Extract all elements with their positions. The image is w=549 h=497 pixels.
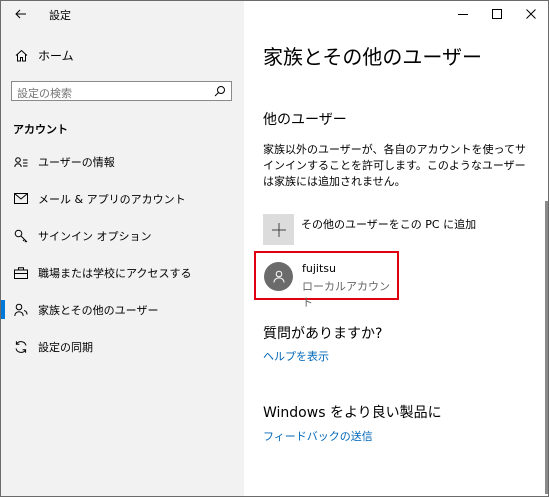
user-avatar-icon	[273, 270, 284, 283]
window-controls	[446, 1, 548, 27]
sidebar-nav: ユーザーの情報 メール & アプリのアカウント サインイン オプション 職場また…	[1, 143, 244, 365]
mail-icon	[12, 190, 29, 207]
sidebar-item-label: メール & アプリのアカウント	[38, 192, 186, 206]
search-input[interactable]	[17, 85, 207, 102]
scrolled-link-remnant	[263, 67, 363, 75]
maximize-icon	[492, 9, 502, 19]
key-icon	[12, 227, 29, 244]
other-users-heading: 他のユーザー	[263, 112, 347, 128]
minimize-icon	[458, 14, 468, 15]
feedback-link[interactable]: フィードバックの送信	[263, 428, 373, 444]
sidebar-item-family-users[interactable]: 家族とその他のユーザー	[1, 291, 244, 328]
sidebar-item-label: 設定の同期	[38, 340, 93, 354]
user-name: fujitsu	[302, 262, 336, 275]
sidebar: 設定 ホーム アカウント ユーザーの情報 メール & アプリのアカウント	[1, 1, 244, 496]
avatar	[264, 262, 293, 291]
search-icon[interactable]	[214, 85, 226, 97]
back-arrow-icon	[15, 9, 26, 19]
close-icon	[526, 9, 536, 19]
close-button[interactable]	[514, 1, 548, 27]
settings-window: 設定 ホーム アカウント ユーザーの情報 メール & アプリのアカウント	[0, 0, 549, 497]
home-link[interactable]: ホーム	[15, 45, 74, 65]
user-info-icon	[12, 153, 29, 170]
scrollbar[interactable]	[545, 201, 548, 494]
sidebar-item-sign-in-options[interactable]: サインイン オプション	[1, 217, 244, 254]
sidebar-item-user-info[interactable]: ユーザーの情報	[1, 143, 244, 180]
sidebar-item-work-school[interactable]: 職場または学校にアクセスする	[1, 254, 244, 291]
sidebar-item-label: サインイン オプション	[38, 229, 152, 243]
content-pane: 家族とその他のユーザー 他のユーザー 家族以外のユーザーが、各自のアカウントを使…	[244, 1, 548, 496]
sidebar-item-label: 職場または学校にアクセスする	[38, 266, 192, 280]
question-heading: 質問がありますか?	[263, 326, 383, 342]
back-button[interactable]	[1, 1, 41, 27]
home-label: ホーム	[38, 48, 74, 63]
user-account-tile[interactable]: fujitsu ローカルアカウント	[254, 251, 399, 309]
sidebar-item-label: 家族とその他のユーザー	[38, 303, 159, 317]
briefcase-icon	[12, 264, 29, 281]
user-account-type: ローカルアカウント	[302, 280, 390, 309]
add-user-button[interactable]: その他のユーザーをこの PC に追加	[263, 214, 476, 246]
section-title: アカウント	[13, 123, 68, 136]
add-user-label: その他のユーザーをこの PC に追加	[301, 218, 477, 231]
sync-icon	[12, 338, 29, 355]
add-user-tile	[263, 214, 294, 245]
search-box[interactable]	[11, 81, 232, 102]
window-title: 設定	[49, 9, 71, 22]
windows-feedback-heading: Windows をより良い製品に	[263, 405, 442, 421]
sidebar-item-label: ユーザーの情報	[38, 155, 115, 169]
plus-icon	[271, 222, 286, 237]
maximize-button[interactable]	[480, 1, 514, 27]
sidebar-item-sync-settings[interactable]: 設定の同期	[1, 328, 244, 365]
other-users-description: 家族以外のユーザーが、各自のアカウントを使ってサインインすることを許可します。こ…	[263, 143, 527, 188]
sidebar-item-mail-accounts[interactable]: メール & アプリのアカウント	[1, 180, 244, 217]
title-bar-left: 設定	[1, 1, 244, 27]
home-icon	[15, 49, 28, 61]
family-icon	[12, 301, 29, 318]
minimize-button[interactable]	[446, 1, 480, 27]
page-title: 家族とその他のユーザー	[263, 45, 482, 69]
help-link[interactable]: ヘルプを表示	[263, 348, 329, 364]
